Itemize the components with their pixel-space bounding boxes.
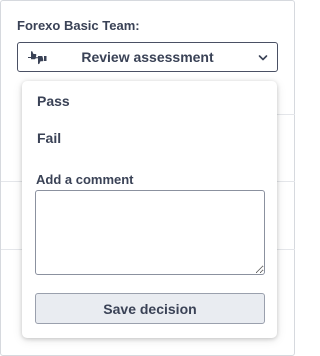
chevron-down-icon	[258, 55, 268, 61]
comment-textarea[interactable]	[35, 190, 265, 275]
background-divider	[277, 249, 295, 250]
save-decision-button[interactable]: Save decision	[35, 293, 265, 324]
comment-label: Add a comment	[36, 172, 134, 187]
team-label: Forexo Basic Team:	[17, 18, 140, 33]
background-divider	[277, 114, 295, 115]
panel: Forexo Basic Team: Review assessment Pas…	[0, 0, 295, 356]
background-divider	[277, 181, 295, 182]
review-dropdown-menu: Pass Fail Add a comment Save decision	[22, 81, 277, 338]
option-fail[interactable]: Fail	[37, 130, 61, 146]
review-assessment-button[interactable]: Review assessment	[17, 42, 278, 72]
option-pass[interactable]: Pass	[37, 93, 70, 109]
background-divider	[1, 181, 22, 182]
background-divider	[1, 249, 22, 250]
review-assessment-label: Review assessment	[81, 49, 214, 65]
